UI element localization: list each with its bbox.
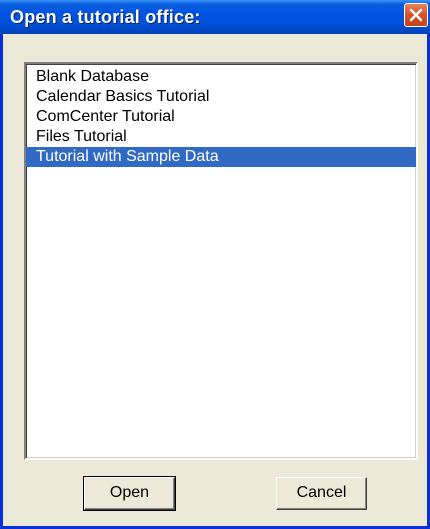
list-item[interactable]: Blank Database (26, 67, 416, 87)
list-item[interactable]: Tutorial with Sample Data (26, 147, 416, 167)
tutorial-listbox[interactable]: Blank Database Calendar Basics Tutorial Co… (24, 62, 418, 460)
close-button[interactable] (404, 3, 428, 27)
dialog-title: Open a tutorial office: (10, 7, 201, 27)
title-bar[interactable]: Open a tutorial office: (0, 0, 430, 34)
list-item[interactable]: Files Tutorial (26, 127, 416, 147)
close-icon (409, 8, 423, 22)
list-item[interactable]: ComCenter Tutorial (26, 107, 416, 127)
cancel-button[interactable]: Cancel (276, 477, 367, 510)
dialog-window: Open a tutorial office: Blank Database Ca… (0, 0, 430, 529)
open-button[interactable]: Open (83, 476, 176, 511)
tutorial-list: Blank Database Calendar Basics Tutorial Co… (26, 64, 416, 167)
list-item[interactable]: Calendar Basics Tutorial (26, 87, 416, 107)
